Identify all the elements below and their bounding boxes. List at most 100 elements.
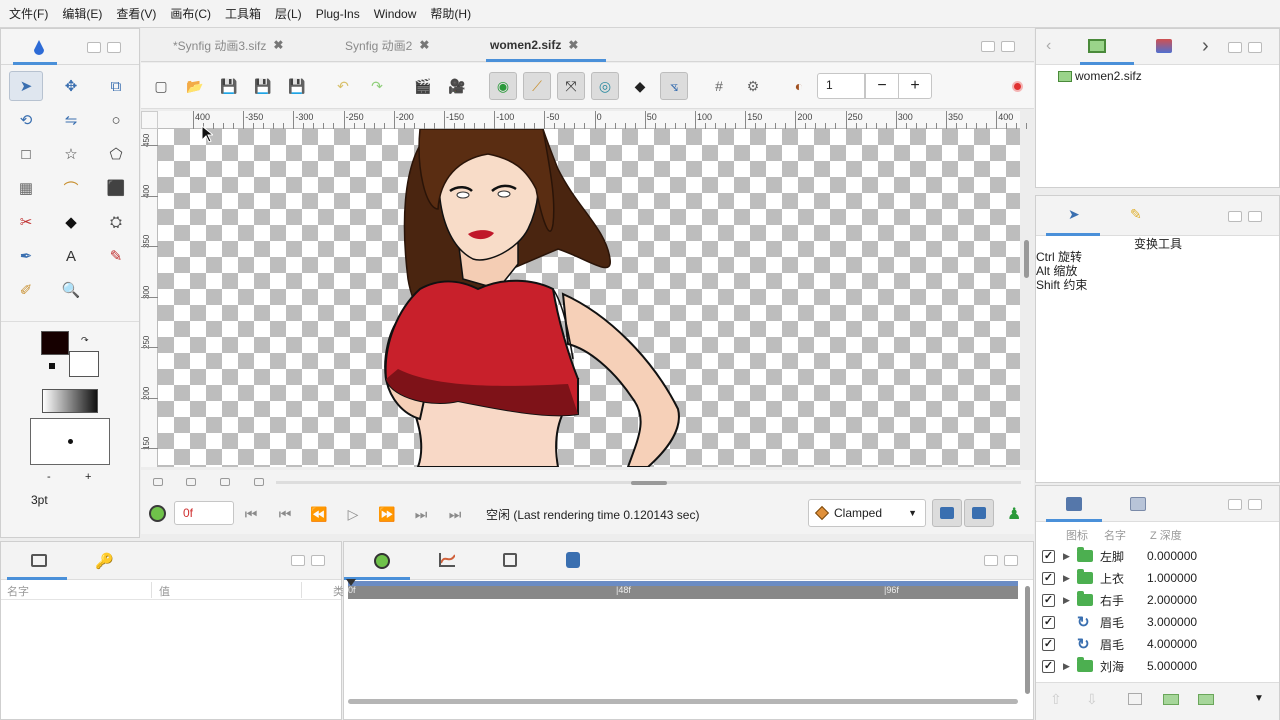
undo-button[interactable]: ↶ bbox=[329, 72, 357, 100]
panel-detach-icon[interactable] bbox=[1228, 499, 1242, 510]
rectangle-tool-button[interactable]: □ bbox=[9, 139, 43, 169]
fill-color-swatch[interactable] bbox=[69, 351, 99, 377]
panel-detach-icon[interactable] bbox=[984, 555, 998, 566]
panel-close-icon[interactable] bbox=[107, 42, 121, 53]
work-area-canvas[interactable] bbox=[158, 129, 1020, 467]
toggle-ducks-position-button[interactable]: ◉ bbox=[489, 72, 517, 100]
menu-item[interactable]: 帮助(H) bbox=[425, 5, 480, 22]
animation-mode-icon[interactable] bbox=[149, 505, 166, 522]
brush-size-decrease[interactable]: - bbox=[47, 471, 51, 483]
preview-button[interactable]: 🎥 bbox=[443, 72, 471, 100]
sound-tab-icon[interactable] bbox=[566, 552, 580, 568]
transform-tool-button[interactable]: ➤ bbox=[9, 71, 43, 101]
render-button[interactable]: 🎬 bbox=[409, 72, 437, 100]
navigator-tab-icon[interactable] bbox=[1156, 39, 1172, 53]
menu-item[interactable]: Window bbox=[369, 7, 426, 21]
interpolation-dropdown[interactable]: Clamped ▼ bbox=[808, 499, 926, 527]
panel-detach-icon[interactable] bbox=[291, 555, 305, 566]
bone-tool-button[interactable]: ⛭ bbox=[99, 207, 133, 237]
panel-close-icon[interactable] bbox=[1248, 499, 1262, 510]
past-keyframe-lock-button[interactable] bbox=[932, 499, 962, 527]
group-layer-icon[interactable] bbox=[1163, 694, 1179, 705]
swap-colors-icon[interactable]: ↷ bbox=[81, 335, 89, 346]
sketch-tool-button[interactable]: ✎ bbox=[99, 241, 133, 271]
onion-skin-icon[interactable]: ♟ bbox=[1007, 504, 1021, 524]
panel-detach-icon[interactable] bbox=[87, 42, 101, 53]
seek-next-keyframe-button[interactable]: ⏭ bbox=[407, 500, 435, 528]
chevron-down-icon[interactable]: ▼ bbox=[1254, 693, 1264, 704]
toggle-ducks-radius-button[interactable]: ◎ bbox=[591, 72, 619, 100]
menu-item[interactable]: 查看(V) bbox=[111, 5, 165, 22]
chevron-left-icon[interactable]: ‹ bbox=[1046, 37, 1051, 55]
menu-item[interactable]: 工具箱 bbox=[220, 5, 270, 22]
frame-increase-button[interactable]: + bbox=[898, 73, 932, 99]
history-tab-icon[interactable]: ✎ bbox=[1130, 206, 1142, 223]
layer-row[interactable]: ✓ ▶ 刘海 5.000000 bbox=[1036, 655, 1279, 677]
close-tab-icon[interactable]: ✖ bbox=[419, 38, 429, 52]
layers-tab-icon[interactable] bbox=[1066, 497, 1082, 511]
panel-detach-icon[interactable] bbox=[1228, 42, 1242, 53]
reset-colors-icon[interactable] bbox=[49, 363, 55, 369]
ungroup-layer-icon[interactable] bbox=[1198, 694, 1214, 705]
document-tab[interactable]: Synfig 动画2 ✖ bbox=[345, 28, 429, 62]
seek-prev-frame-button[interactable]: ⏪ bbox=[305, 500, 333, 528]
cutout-tool-button[interactable]: ✂ bbox=[9, 207, 43, 237]
rotate-tool-button[interactable]: ⟲ bbox=[9, 105, 43, 135]
width-tool-button[interactable]: ◆ bbox=[54, 207, 88, 237]
mirror-tool-button[interactable]: ⇋ bbox=[54, 105, 88, 135]
text-tool-button[interactable]: A bbox=[54, 241, 88, 271]
timetrack-hscrollbar[interactable] bbox=[348, 699, 1018, 704]
raise-layer-icon[interactable]: ⇧ bbox=[1050, 691, 1062, 708]
open-file-button[interactable]: 📂 bbox=[181, 72, 209, 100]
layer-row[interactable]: ✓ ▶ 右手 2.000000 bbox=[1036, 589, 1279, 611]
curves-tab-icon[interactable] bbox=[439, 553, 456, 567]
layer-row[interactable]: ✓ ▶ 左脚 0.000000 bbox=[1036, 545, 1279, 567]
smooth-move-tool-button[interactable]: ✥ bbox=[54, 71, 88, 101]
save-button[interactable]: 💾 bbox=[215, 72, 243, 100]
menu-item[interactable]: 画布(C) bbox=[165, 5, 220, 22]
layer-visibility-checkbox[interactable]: ✓ bbox=[1042, 549, 1055, 563]
frame-spin-input[interactable]: 1 bbox=[817, 73, 865, 99]
panel-close-icon[interactable] bbox=[1004, 555, 1018, 566]
polygon-tool-button[interactable]: ⬠ bbox=[99, 139, 133, 169]
redo-button[interactable]: ↷ bbox=[363, 72, 391, 100]
panel-detach-icon[interactable] bbox=[981, 41, 995, 52]
zoom-tool-button[interactable]: 🔍 bbox=[54, 275, 88, 305]
scale-tool-button[interactable]: ⧉ bbox=[99, 71, 133, 101]
layer-row[interactable]: ✓ ↻ 眉毛 3.000000 bbox=[1036, 611, 1279, 633]
seek-next-frame-button[interactable]: ⏩ bbox=[373, 500, 401, 528]
spline-tool-button[interactable]: ⌒ bbox=[54, 173, 88, 203]
layer-visibility-checkbox[interactable]: ✓ bbox=[1042, 571, 1055, 585]
lower-layer-icon[interactable]: ⇩ bbox=[1086, 691, 1098, 708]
toolbox-tab-icon[interactable] bbox=[31, 39, 47, 55]
sets-tab-icon[interactable] bbox=[1130, 497, 1146, 511]
timetrack-tab-icon[interactable] bbox=[374, 553, 390, 569]
duplicate-layer-icon[interactable] bbox=[1128, 693, 1142, 705]
menu-item[interactable]: 编辑(E) bbox=[57, 5, 111, 22]
circle-tool-button[interactable]: ○ bbox=[99, 105, 133, 135]
keyframes-tab-icon[interactable] bbox=[503, 553, 517, 567]
close-tab-icon[interactable]: ✖ bbox=[273, 38, 283, 52]
play-button[interactable]: ▷ bbox=[339, 500, 367, 528]
document-tab[interactable]: women2.sifz ✖ bbox=[490, 28, 578, 62]
vertical-scrollbar[interactable] bbox=[1024, 240, 1029, 278]
brush-preview[interactable] bbox=[30, 418, 110, 465]
layer-visibility-checkbox[interactable]: ✓ bbox=[1042, 659, 1055, 673]
eyedropper-tool-button[interactable]: ✒ bbox=[9, 241, 43, 271]
toggle-ducks-width-button[interactable]: ◆ bbox=[626, 72, 654, 100]
panel-close-icon[interactable] bbox=[1248, 211, 1262, 222]
grid-show-button[interactable]: # bbox=[705, 72, 733, 100]
panel-detach-icon[interactable] bbox=[1228, 211, 1242, 222]
canvas-browser-tab-icon[interactable] bbox=[1088, 39, 1106, 53]
frame-decrease-button[interactable]: − bbox=[865, 73, 899, 99]
horizontal-scrollbar[interactable] bbox=[631, 481, 667, 485]
params-tab-icon[interactable] bbox=[31, 554, 47, 567]
save-as-button[interactable]: 💾 bbox=[249, 72, 277, 100]
panel-close-icon[interactable] bbox=[1248, 42, 1262, 53]
layer-row[interactable]: ✓ ▶ 上衣 1.000000 bbox=[1036, 567, 1279, 589]
layer-row[interactable]: ✓ ↻ 眉毛 4.000000 bbox=[1036, 633, 1279, 655]
document-tab[interactable]: *Synfig 动画3.sifz ✖ bbox=[173, 28, 283, 62]
expand-arrow-icon[interactable]: ▶ bbox=[1063, 661, 1077, 672]
brush-tool-button[interactable]: ✐ bbox=[9, 275, 43, 305]
gradient-tool-button[interactable]: ▦ bbox=[9, 173, 43, 203]
